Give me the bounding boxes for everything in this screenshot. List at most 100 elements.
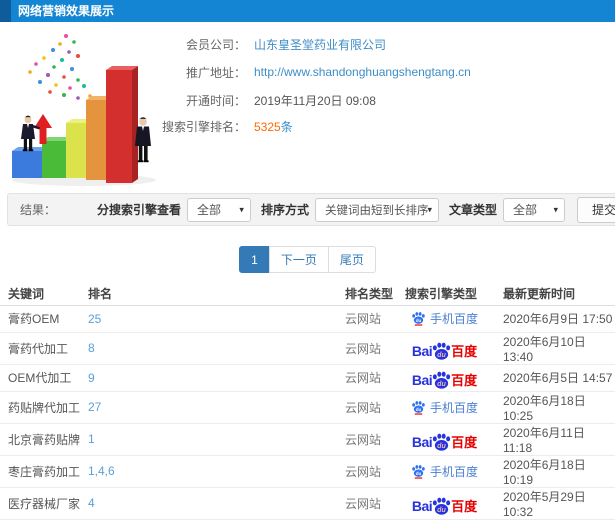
engine-rank-count: 5325 [254,119,281,134]
member-info-panel: 会员公司： 山东皇圣堂药业有限公司 推广地址： http://www.shand… [158,30,471,138]
table-row: OEM代加工 9 云网站 Bai du 百度 2020年6月5日 14:57 [0,364,615,392]
rank-type-cell: 云网站 [337,391,397,424]
chevron-down-icon: ▾ [553,203,558,214]
baidu-paw-icon: du [412,464,425,479]
filter-controls: 分搜索引擎查看 全部 ▾ 排序方式 关键词由短到长排序 ▾ 文章类型 全部 ▾ … [87,196,615,223]
svg-text:du: du [416,406,422,411]
engine-filter-label: 分搜索引擎查看 [96,203,181,217]
baidu-logo: Bai du 百度 [411,497,478,515]
updated-cell: 2020年6月18日 10:19 [492,455,615,488]
article-type-value: 全部 [512,203,537,217]
engine-filter-select[interactable]: 全部 ▾ [186,197,251,222]
submit-button[interactable]: 提交 [576,196,615,223]
sort-value: 关键词由短到长排序 [324,204,429,217]
baidu-logo: Bai du 百度 [411,371,478,389]
baidu-paw-icon: du [432,342,451,360]
header-bar: 网络营销效果展示 [0,0,615,22]
keyword-cell: 膏药代加工 [0,332,80,365]
engine-rank-link[interactable]: 5325条 [254,118,293,135]
baidu-paw-icon: du [432,497,451,515]
table-row: 药贴牌代加工 27 云网站 du 手机百度 2020年6月18日 10:25 [0,391,615,424]
rank-link[interactable]: 1,4,6 [88,464,115,478]
updated-cell: 2020年6月5日 14:57 [492,364,615,392]
sort-label: 排序方式 [260,203,309,217]
rank-link[interactable]: 4 [88,496,95,510]
updated-cell: 2020年5月29日 10:32 [492,487,615,520]
open-time-value: 2019年11月20日 09:08 [254,93,376,108]
table-row: 枣庄膏药加工 1,4,6 云网站 du 手机百度 2020年6月18日 10:1… [0,455,615,488]
engine-rank-unit: 条 [280,119,293,134]
article-type-select[interactable]: 全部 ▾ [502,197,565,222]
page: 网络营销效果展示 会员公司： 山东皇圣堂药业有限公司 推广地址： http://… [0,0,615,520]
table-header-row: 关键词 排名 排名类型 搜索引擎类型 最新更新时间 [0,283,615,306]
baidu-paw-icon: du [432,371,451,389]
keyword-cell: 医疗器械厂家 [0,487,80,520]
mobile-baidu-logo: du 手机百度 [411,310,478,327]
rank-link[interactable]: 27 [88,400,101,414]
updated-cell: 2020年6月18日 10:25 [492,391,615,424]
rank-type-cell: 云网站 [337,332,397,365]
chevron-down-icon: ▾ [239,203,244,214]
rank-link[interactable]: 9 [88,371,95,385]
updated-cell: 2020年6月10日 13:40 [492,332,615,365]
info-row-engine-rank: 搜索引擎排名： 5325条 [158,114,471,138]
engine-filter-value: 全部 [196,203,221,217]
promo-url-link[interactable]: http://www.shandonghuangshengtang.cn [254,65,471,79]
table-row: 医疗器械厂家 4 云网站 Bai du 百度 2020年5月29日 10:32 [0,487,615,520]
page-title: 网络营销效果展示 [18,4,115,18]
svg-text:du: du [437,505,446,513]
svg-text:du: du [416,470,422,475]
chevron-down-icon: ▾ [427,203,432,214]
page-1-button[interactable]: 1 [239,246,270,273]
info-row-open-time: 开通时间： 2019年11月20日 09:08 [158,86,471,114]
engine-rank-label: 搜索引擎排名： [161,119,246,134]
rank-type-cell: 云网站 [337,487,397,520]
header-left-accent [0,0,11,22]
table-row: 膏药OEM 25 云网站 du 手机百度 2020年6月9日 17:50 [0,305,615,333]
rank-type-cell: 云网站 [337,305,397,333]
next-page-button[interactable]: 下一页 [268,246,329,273]
col-keyword: 关键词 [0,283,80,306]
results-table: 关键词 排名 排名类型 搜索引擎类型 最新更新时间 膏药OEM 25 云网站 d… [0,283,615,520]
keyword-cell: 枣庄膏药加工 [0,455,80,488]
baidu-paw-icon: du [412,312,425,326]
filter-bar: 结果： 分搜索引擎查看 全部 ▾ 排序方式 关键词由短到长排序 ▾ 文章类型 全… [7,193,615,226]
promo-url-label: 推广地址： [185,65,246,80]
rank-type-cell: 云网站 [337,423,397,456]
last-page-button[interactable]: 尾页 [327,246,376,273]
baidu-logo: Bai du 百度 [411,433,478,451]
info-row-company: 会员公司： 山东皇圣堂药业有限公司 [158,30,471,58]
open-time-label: 开通时间： [185,93,246,108]
marketing-growth-illustration [12,34,156,186]
keyword-cell: 药贴牌代加工 [0,391,80,424]
sort-select[interactable]: 关键词由短到长排序 ▾ [314,197,439,222]
article-type-label: 文章类型 [448,203,497,217]
updated-cell: 2020年6月11日 11:18 [492,423,615,456]
businessman-left [21,115,41,152]
baidu-paw-icon: du [412,400,425,415]
svg-text:du: du [437,350,446,358]
col-updated: 最新更新时间 [492,283,615,306]
svg-text:du: du [437,380,446,388]
info-row-url: 推广地址： http://www.shandonghuangshengtang.… [158,58,471,86]
svg-text:du: du [416,318,422,323]
mobile-baidu-logo: du 手机百度 [411,399,478,416]
rank-type-cell: 云网站 [337,455,397,488]
updated-cell: 2020年6月9日 17:50 [492,305,615,333]
company-link[interactable]: 山东皇圣堂药业有限公司 [254,36,386,53]
rank-link[interactable]: 8 [88,341,95,355]
mobile-baidu-logo: du 手机百度 [411,463,478,480]
result-label: 结果： [20,203,57,217]
col-rank: 排名 [80,283,337,306]
col-rank-type: 排名类型 [337,283,397,306]
keyword-cell: 北京膏药贴牌 [0,423,80,456]
rank-link[interactable]: 1 [88,432,95,446]
col-engine-type: 搜索引擎类型 [397,283,492,306]
keyword-cell: 膏药OEM [0,305,80,333]
keyword-cell: OEM代加工 [0,364,80,392]
pagination: 1 下一页 尾页 [0,246,615,273]
rank-link[interactable]: 25 [88,312,101,326]
company-label: 会员公司： [185,37,246,52]
rank-type-cell: 云网站 [337,364,397,392]
table-row: 膏药代加工 8 云网站 Bai du 百度 2020年6月10日 13:40 [0,332,615,365]
